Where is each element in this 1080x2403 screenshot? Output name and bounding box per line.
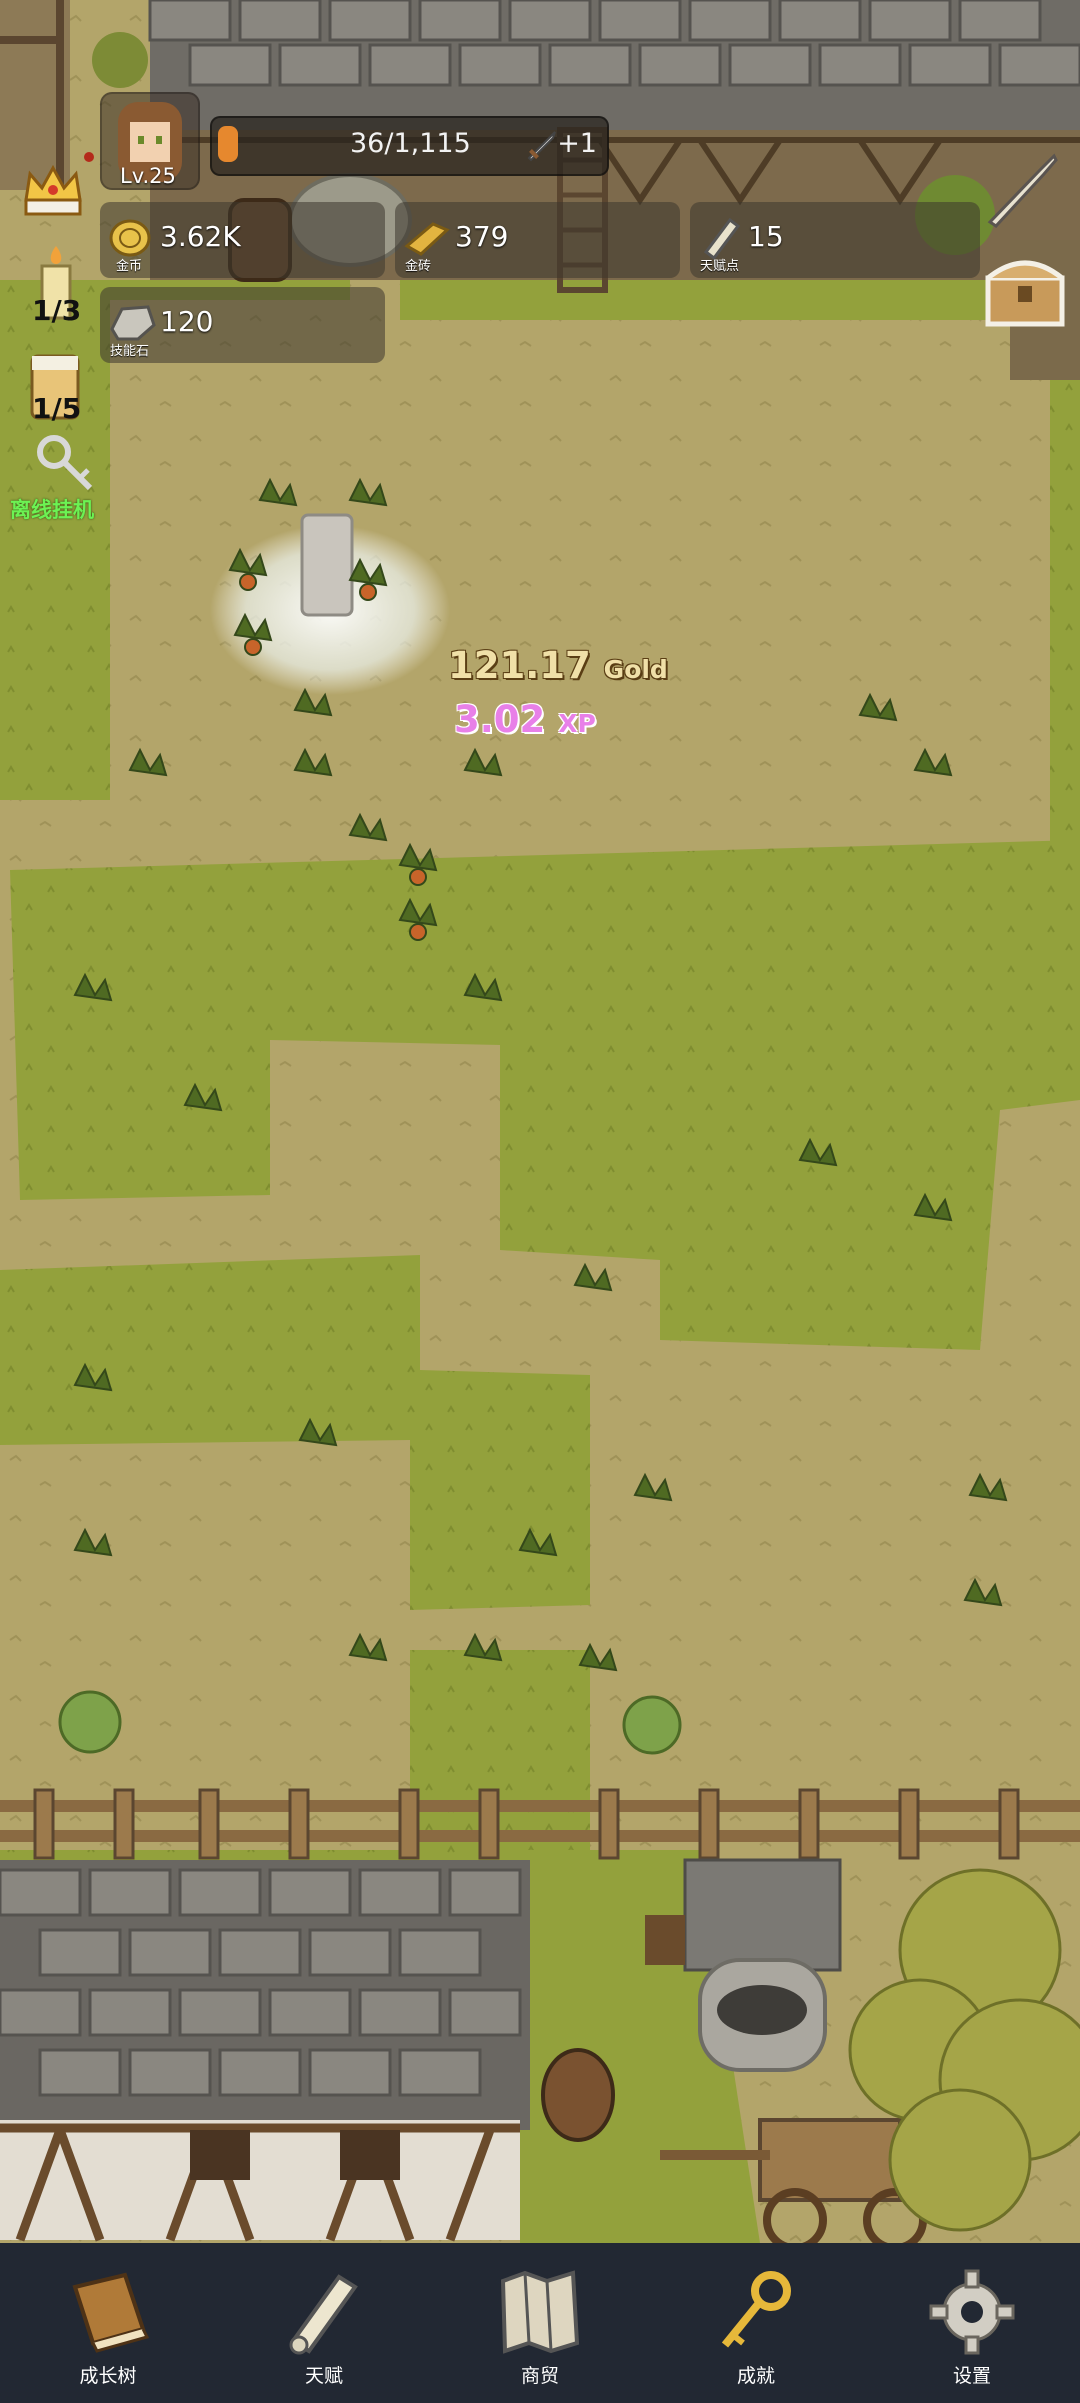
skill-stone-value: 120: [160, 305, 214, 338]
beer-count: 1/5: [32, 392, 82, 425]
dot-indicator: [84, 152, 94, 162]
talent-point-caption: 天赋点: [700, 259, 740, 274]
scroll-icon: [289, 2274, 358, 2355]
book-icon: [72, 2272, 150, 2353]
talent-point-resource[interactable]: 15 天赋点: [690, 202, 980, 278]
gold-brick-value: 379: [455, 220, 509, 253]
floating-xp-reward: 3.02 XP: [454, 698, 596, 741]
player-level: Lv.25: [120, 164, 176, 188]
xp-text: 36/1,115: [350, 128, 471, 159]
crown-icon[interactable]: [20, 160, 86, 226]
gear-icon: [929, 2269, 1015, 2355]
sword-shortcut-icon[interactable]: [982, 150, 1062, 230]
gold-caption: 金币: [116, 259, 143, 274]
gold-value: 3.62K: [160, 220, 241, 253]
nav-label: 天赋: [304, 2365, 343, 2387]
skill-stone-resource[interactable]: 120 技能石: [100, 287, 385, 363]
afk-label[interactable]: 离线挂机: [10, 494, 94, 524]
key-icon: [721, 2271, 791, 2348]
map-icon: [500, 2270, 580, 2354]
nav-trade[interactable]: 商贸: [450, 2243, 630, 2403]
talent-point-value: 15: [748, 220, 784, 253]
gold-brick-caption: 金砖: [405, 259, 432, 274]
nav-label: 商贸: [520, 2365, 559, 2387]
xp-bonus: +1: [557, 128, 597, 159]
bottom-nav: 成长树 天赋 商贸 成就 设置: [0, 2243, 1080, 2403]
floating-gold-reward: 121.17 Gold: [448, 644, 668, 687]
nav-label: 设置: [952, 2365, 991, 2387]
sword-icon: [525, 128, 559, 166]
gold-resource[interactable]: 3.62K 金币: [100, 202, 385, 278]
xp-fill: [218, 126, 238, 162]
candle-count: 1/3: [32, 294, 82, 327]
xp-bar: 36/1,115 +1: [210, 116, 609, 176]
treasure-chest-icon[interactable]: [982, 248, 1068, 334]
skill-stone-caption: 技能石: [110, 344, 150, 359]
nav-settings[interactable]: 设置: [882, 2243, 1062, 2403]
gold-brick-resource[interactable]: 379 金砖: [395, 202, 680, 278]
nav-growth-tree[interactable]: 成长树: [18, 2243, 198, 2403]
nav-label: 成就: [736, 2365, 775, 2387]
nav-achievement[interactable]: 成就: [666, 2243, 846, 2403]
nav-label: 成长树: [79, 2365, 137, 2387]
nav-talent[interactable]: 天赋: [234, 2243, 414, 2403]
afk-key-icon[interactable]: [34, 432, 96, 494]
